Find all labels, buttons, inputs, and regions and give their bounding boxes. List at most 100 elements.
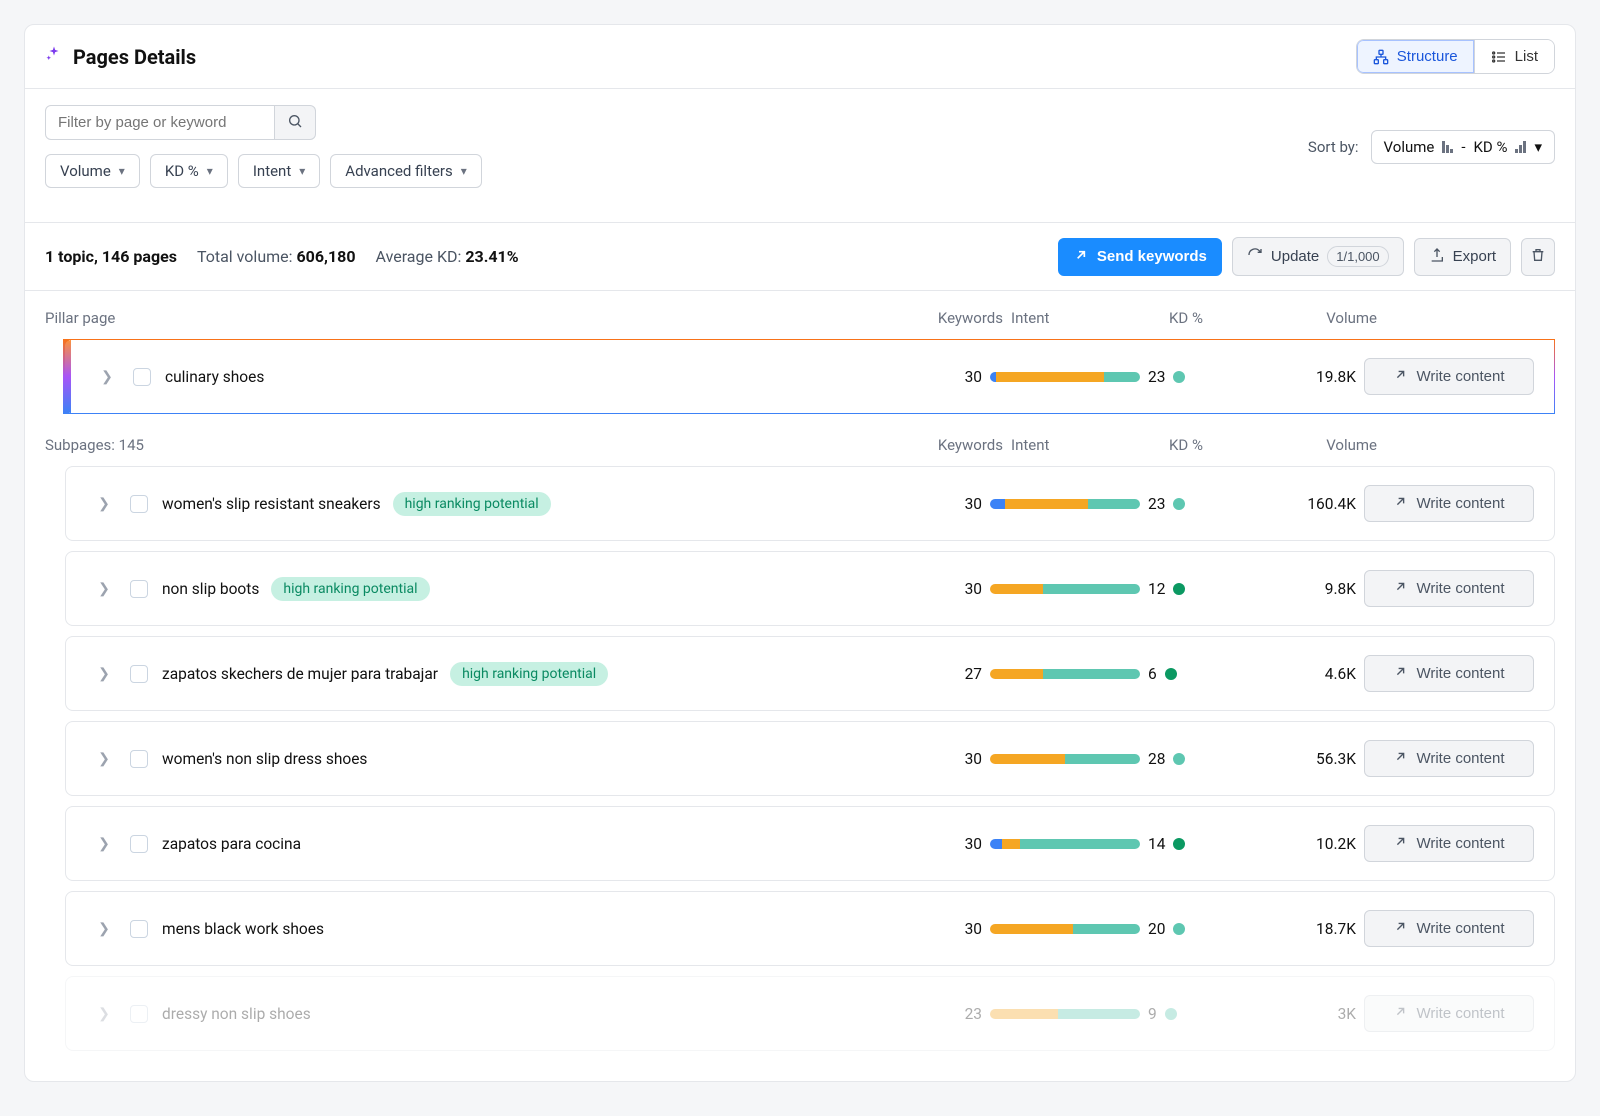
stats-right: Send keywords Update 1/1,000 Export bbox=[1058, 237, 1555, 276]
expand-toggle[interactable]: ❯ bbox=[86, 751, 122, 767]
expand-toggle[interactable]: ❯ bbox=[86, 1006, 122, 1022]
search-input[interactable] bbox=[45, 105, 275, 140]
write-label: Write content bbox=[1416, 1005, 1504, 1022]
stats-left: 1 topic, 146 pages Total volume: 606,180… bbox=[45, 247, 519, 266]
write-icon bbox=[1393, 579, 1408, 598]
row-checkbox[interactable] bbox=[130, 1005, 148, 1023]
kd-dot bbox=[1173, 498, 1185, 510]
filters-bar: Volume ▾ KD % ▾ Intent ▾ Advanced filter… bbox=[25, 89, 1575, 204]
write-label: Write content bbox=[1416, 835, 1504, 852]
filter-kd[interactable]: KD % ▾ bbox=[150, 154, 228, 188]
send-label: Send keywords bbox=[1097, 248, 1207, 265]
page-title: Pages Details bbox=[73, 45, 196, 69]
search-icon bbox=[287, 117, 303, 132]
update-button[interactable]: Update 1/1,000 bbox=[1232, 237, 1404, 276]
expand-toggle[interactable]: ❯ bbox=[86, 496, 122, 512]
expand-toggle[interactable]: ❯ bbox=[86, 581, 122, 597]
chevron-down-icon: ▾ bbox=[299, 164, 305, 178]
row-name-cell: mens black work shoes bbox=[162, 920, 874, 938]
export-button[interactable]: Export bbox=[1414, 238, 1511, 276]
write-label: Write content bbox=[1416, 368, 1504, 385]
structure-icon bbox=[1373, 49, 1389, 65]
row-name: mens black work shoes bbox=[162, 920, 324, 938]
write-content-button[interactable]: Write content bbox=[1364, 825, 1534, 862]
row-kd-value: 6 bbox=[1148, 665, 1157, 683]
sort-select[interactable]: Volume - KD % ▾ bbox=[1371, 130, 1555, 164]
row-intent-bar bbox=[990, 839, 1140, 849]
row-kd: 20 bbox=[1148, 920, 1238, 938]
row-intent-bar bbox=[990, 754, 1140, 764]
trash-icon bbox=[1530, 247, 1546, 267]
row-name-cell: culinary shoes bbox=[165, 368, 874, 386]
sort-label: Sort by: bbox=[1308, 138, 1359, 156]
row-kd-value: 20 bbox=[1148, 920, 1165, 938]
row-keywords: 30 bbox=[882, 750, 982, 768]
row-checkbox[interactable] bbox=[133, 368, 151, 386]
pillar-row: ❯ culinary shoes 30 23 19.8K Write conte… bbox=[63, 339, 1555, 414]
row-checkbox[interactable] bbox=[130, 835, 148, 853]
row-checkbox[interactable] bbox=[130, 920, 148, 938]
row-name: women's slip resistant sneakers bbox=[162, 495, 381, 513]
write-content-button[interactable]: Write content bbox=[1364, 358, 1534, 395]
list-icon bbox=[1491, 49, 1507, 65]
view-structure-button[interactable]: Structure bbox=[1357, 40, 1474, 73]
row-checkbox[interactable] bbox=[130, 750, 148, 768]
row-kd: 6 bbox=[1148, 665, 1238, 683]
row-intent-bar bbox=[990, 1009, 1140, 1019]
refresh-icon bbox=[1247, 247, 1263, 267]
filter-intent[interactable]: Intent ▾ bbox=[238, 154, 320, 188]
row-keywords: 23 bbox=[882, 1005, 982, 1023]
send-keywords-button[interactable]: Send keywords bbox=[1058, 238, 1222, 276]
expand-toggle[interactable]: ❯ bbox=[86, 921, 122, 937]
row-volume: 10.2K bbox=[1246, 835, 1356, 853]
col-intent: Intent bbox=[1011, 436, 1161, 454]
write-label: Write content bbox=[1416, 920, 1504, 937]
search-button[interactable] bbox=[275, 105, 316, 140]
ranking-tag: high ranking potential bbox=[450, 662, 608, 686]
row-name: culinary shoes bbox=[165, 368, 264, 386]
send-icon bbox=[1073, 247, 1089, 267]
sort-value-1: Volume bbox=[1384, 138, 1435, 156]
row-keywords: 30 bbox=[882, 495, 982, 513]
row-keywords: 30 bbox=[882, 580, 982, 598]
row-intent-bar bbox=[990, 372, 1140, 382]
filter-advanced-label: Advanced filters bbox=[345, 162, 452, 180]
sort-sep: - bbox=[1461, 138, 1465, 156]
row-name-cell: zapatos para cocina bbox=[162, 835, 874, 853]
stats-bar: 1 topic, 146 pages Total volume: 606,180… bbox=[25, 222, 1575, 291]
row-name: women's non slip dress shoes bbox=[162, 750, 367, 768]
pages-table: Pillar page Keywords Intent KD % Volume … bbox=[25, 291, 1575, 1081]
filter-volume[interactable]: Volume ▾ bbox=[45, 154, 140, 188]
write-icon bbox=[1393, 1004, 1408, 1023]
expand-toggle[interactable]: ❯ bbox=[86, 836, 122, 852]
update-count: 1/1,000 bbox=[1327, 246, 1388, 267]
view-list-button[interactable]: List bbox=[1474, 40, 1554, 73]
table-row: ❯ mens black work shoes 30 20 18.7K Writ… bbox=[65, 891, 1555, 966]
filter-intent-label: Intent bbox=[253, 162, 291, 180]
title-wrap: Pages Details bbox=[45, 45, 196, 69]
row-checkbox[interactable] bbox=[130, 580, 148, 598]
write-content-button[interactable]: Write content bbox=[1364, 655, 1534, 692]
write-content-button[interactable]: Write content bbox=[1364, 995, 1534, 1032]
col-volume: Volume bbox=[1267, 436, 1377, 454]
subpages-label: Subpages: bbox=[45, 436, 115, 454]
sparkle-icon bbox=[45, 45, 63, 68]
chevron-down-icon: ▾ bbox=[461, 164, 467, 178]
filter-advanced[interactable]: Advanced filters ▾ bbox=[330, 154, 482, 188]
write-content-button[interactable]: Write content bbox=[1364, 485, 1534, 522]
row-volume: 3K bbox=[1246, 1005, 1356, 1023]
delete-button[interactable] bbox=[1521, 238, 1555, 276]
expand-toggle[interactable]: ❯ bbox=[89, 369, 125, 385]
avg-kd-label: Average KD: bbox=[376, 247, 462, 266]
kd-dot bbox=[1173, 923, 1185, 935]
kd-dot bbox=[1165, 1008, 1177, 1020]
col-keywords: Keywords bbox=[903, 309, 1003, 327]
write-content-button[interactable]: Write content bbox=[1364, 910, 1534, 947]
write-content-button[interactable]: Write content bbox=[1364, 570, 1534, 607]
table-row: ❯ non slip boots high ranking potential … bbox=[65, 551, 1555, 626]
expand-toggle[interactable]: ❯ bbox=[86, 666, 122, 682]
write-content-button[interactable]: Write content bbox=[1364, 740, 1534, 777]
row-checkbox[interactable] bbox=[130, 495, 148, 513]
col-kd: KD % bbox=[1169, 309, 1259, 327]
row-checkbox[interactable] bbox=[130, 665, 148, 683]
